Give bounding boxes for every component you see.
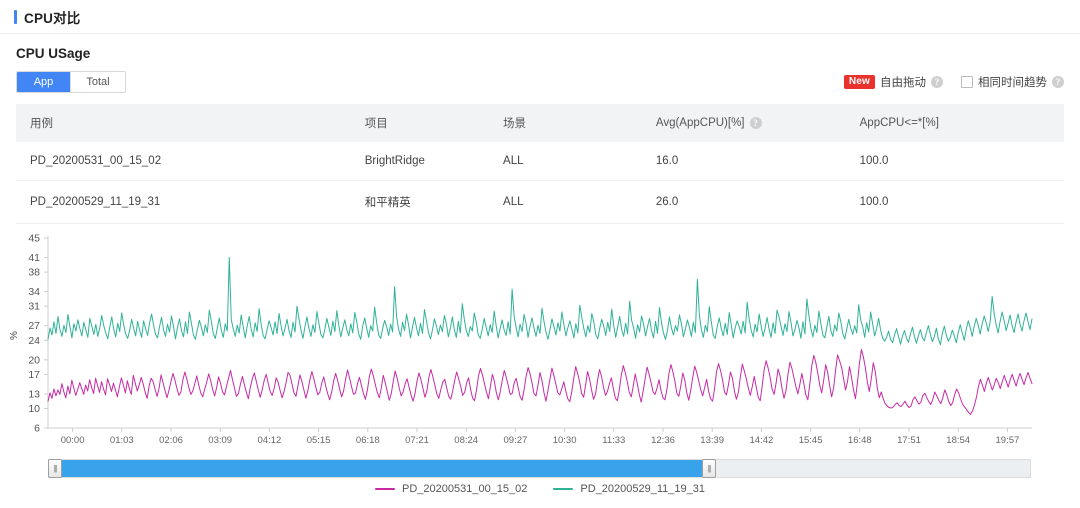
x-axis-tick-label: 06:18 [356,435,380,446]
col-header-appcpu-le[interactable]: AppCPU<=*[%] [845,104,1064,142]
x-axis-tick-label: 02:06 [159,435,183,446]
section-header: CPU USage [0,34,1080,61]
y-axis-tick-label: 17 [28,369,40,381]
panel-header: CPU对比 [0,0,1080,34]
same-time-trend-checkbox[interactable] [961,76,973,88]
comparison-table: 用例 项目 场景 Avg(AppCPU)[%] ? AppCPU<=*[%] P… [16,104,1064,224]
y-axis-unit-label: % [9,331,20,340]
legend-label: PD_20200531_00_15_02 [402,483,528,495]
x-axis-tick-label: 11:33 [602,435,625,446]
col-header-avg-text: Avg(AppCPU)[%] [655,117,745,129]
cell-project: BrightRidge [350,142,490,181]
col-header-case[interactable]: 用例 [16,104,351,142]
title-accent-bar [14,9,17,24]
section-title: CPU USage [16,46,91,61]
cell-scene: ALL [489,180,642,224]
x-axis-tick-label: 13:39 [700,435,724,446]
chart-legend: PD_20200531_00_15_02 PD_20200529_11_19_3… [0,483,1080,495]
x-axis-tick-label: 15:45 [799,435,823,446]
col-header-project[interactable]: 项目 [350,104,490,142]
x-axis-tick-label: 16:48 [848,435,872,446]
y-axis-tick-label: 10 [28,403,40,415]
help-icon[interactable]: ? [749,117,762,129]
legend-label: PD_20200529_11_19_31 [580,483,705,495]
x-axis-tick-label: 01:03 [110,435,134,446]
x-axis-tick-label: 00:00 [61,435,85,446]
y-axis-tick-label: 6 [34,423,40,435]
toolbar-right-controls: New 自由拖动 ? 相同时间趋势 ? [843,74,1064,90]
cell-case: PD_20200529_11_19_31 [16,180,351,224]
table-head: 用例 项目 场景 Avg(AppCPU)[%] ? AppCPU<=*[%] [16,104,1064,142]
legend-item-series-2[interactable]: PD_20200529_11_19_31 [553,483,705,495]
x-axis-tick-label: 08:24 [454,435,478,446]
col-header-scene[interactable]: 场景 [489,104,642,142]
y-axis-tick-label: 38 [28,267,40,279]
comparison-table-wrap: 用例 项目 场景 Avg(AppCPU)[%] ? AppCPU<=*[%] P… [0,104,1080,224]
chart-toolbar: App Total New 自由拖动 ? 相同时间趋势 ? [0,70,1080,94]
same-time-trend-label: 相同时间趋势 [978,77,1047,89]
col-header-avg-appcpu[interactable]: Avg(AppCPU)[%] ? [641,104,846,142]
metric-scope-tabs: App Total [16,71,126,93]
x-axis-tick-label: 14:42 [750,435,774,446]
legend-swatch [553,488,574,490]
y-axis-tick-label: 20 [28,354,40,366]
x-axis-tick-label: 18:54 [946,435,970,446]
x-axis-tick-label: 03:09 [208,435,232,446]
chart-series-line-2 [47,256,1033,346]
time-range-scrollbar[interactable]: ||| ||| [48,459,1031,478]
cell-avg-appcpu: 16.0 [641,142,846,181]
table-header-row: 用例 项目 场景 Avg(AppCPU)[%] ? AppCPU<=*[%] [16,104,1064,142]
cell-avg-appcpu: 26.0 [641,180,846,224]
tab-total[interactable]: Total [71,72,125,92]
table-body: PD_20200531_00_15_02 BrightRidge ALL 16.… [16,142,1064,224]
cpu-comparison-page: CPU对比 CPU USage App Total New 自由拖动 ? 相同时… [0,0,1080,508]
y-axis-tick-label: 27 [28,320,40,332]
free-drag-control[interactable]: New 自由拖动 ? [843,74,943,90]
cell-project: 和平精英 [350,180,490,224]
tab-app[interactable]: App [17,72,71,92]
legend-item-series-1[interactable]: PD_20200531_00_15_02 [375,483,527,495]
new-badge: New [843,75,875,89]
cell-appcpu-le: 100.0 [845,142,1064,181]
same-time-trend-control[interactable]: 相同时间趋势 ? [961,74,1064,90]
scrollbar-handle-left[interactable]: ||| [48,459,62,478]
x-axis-tick-label: 12:36 [651,435,675,446]
x-axis-tick-label: 17:51 [897,435,921,446]
cpu-trend-chart[interactable]: 45 41 38 34 31 27 24 20 17 13 10 6 00:00 01:03 02:06 03… [0,230,1080,478]
y-axis-tick-label: 45 [28,233,40,245]
chart-canvas[interactable]: 45 41 38 34 31 27 24 20 17 13 10 6 00:00 01:03 02:06 03… [0,230,1080,455]
table-row[interactable]: PD_20200529_11_19_31 和平精英 ALL 26.0 100.0 [16,180,1064,224]
cell-appcpu-le: 100.0 [845,180,1064,224]
page-title: CPU对比 [24,10,81,26]
chart-series-line-1 [47,349,1033,415]
cell-case: PD_20200531_00_15_02 [16,142,351,181]
y-axis-tick-label: 24 [28,335,40,347]
help-icon[interactable]: ? [1052,76,1064,88]
cell-scene: ALL [489,142,642,181]
legend-swatch [375,488,395,490]
x-axis-tick-label: 07:21 [405,435,429,446]
scrollbar-handle-right[interactable]: ||| [701,459,716,478]
table-row[interactable]: PD_20200531_00_15_02 BrightRidge ALL 16.… [16,142,1064,181]
scrollbar-fill[interactable] [62,460,702,477]
y-axis-tick-label: 41 [28,252,40,264]
free-drag-label: 自由拖动 [880,77,926,89]
x-axis-tick-label: 05:15 [307,435,331,446]
col-header-avg-inline: Avg(AppCPU)[%] ? [656,117,762,129]
x-axis-tick-label: 19:57 [996,435,1020,446]
y-axis-tick-label: 13 [28,388,40,400]
y-axis-tick-label: 31 [28,301,40,313]
x-axis-tick-label: 04:12 [258,435,282,446]
y-axis-tick-label: 34 [28,286,40,298]
x-axis-tick-label: 10:30 [553,435,577,446]
help-icon[interactable]: ? [931,76,943,88]
x-axis-tick-label: 09:27 [504,435,528,446]
